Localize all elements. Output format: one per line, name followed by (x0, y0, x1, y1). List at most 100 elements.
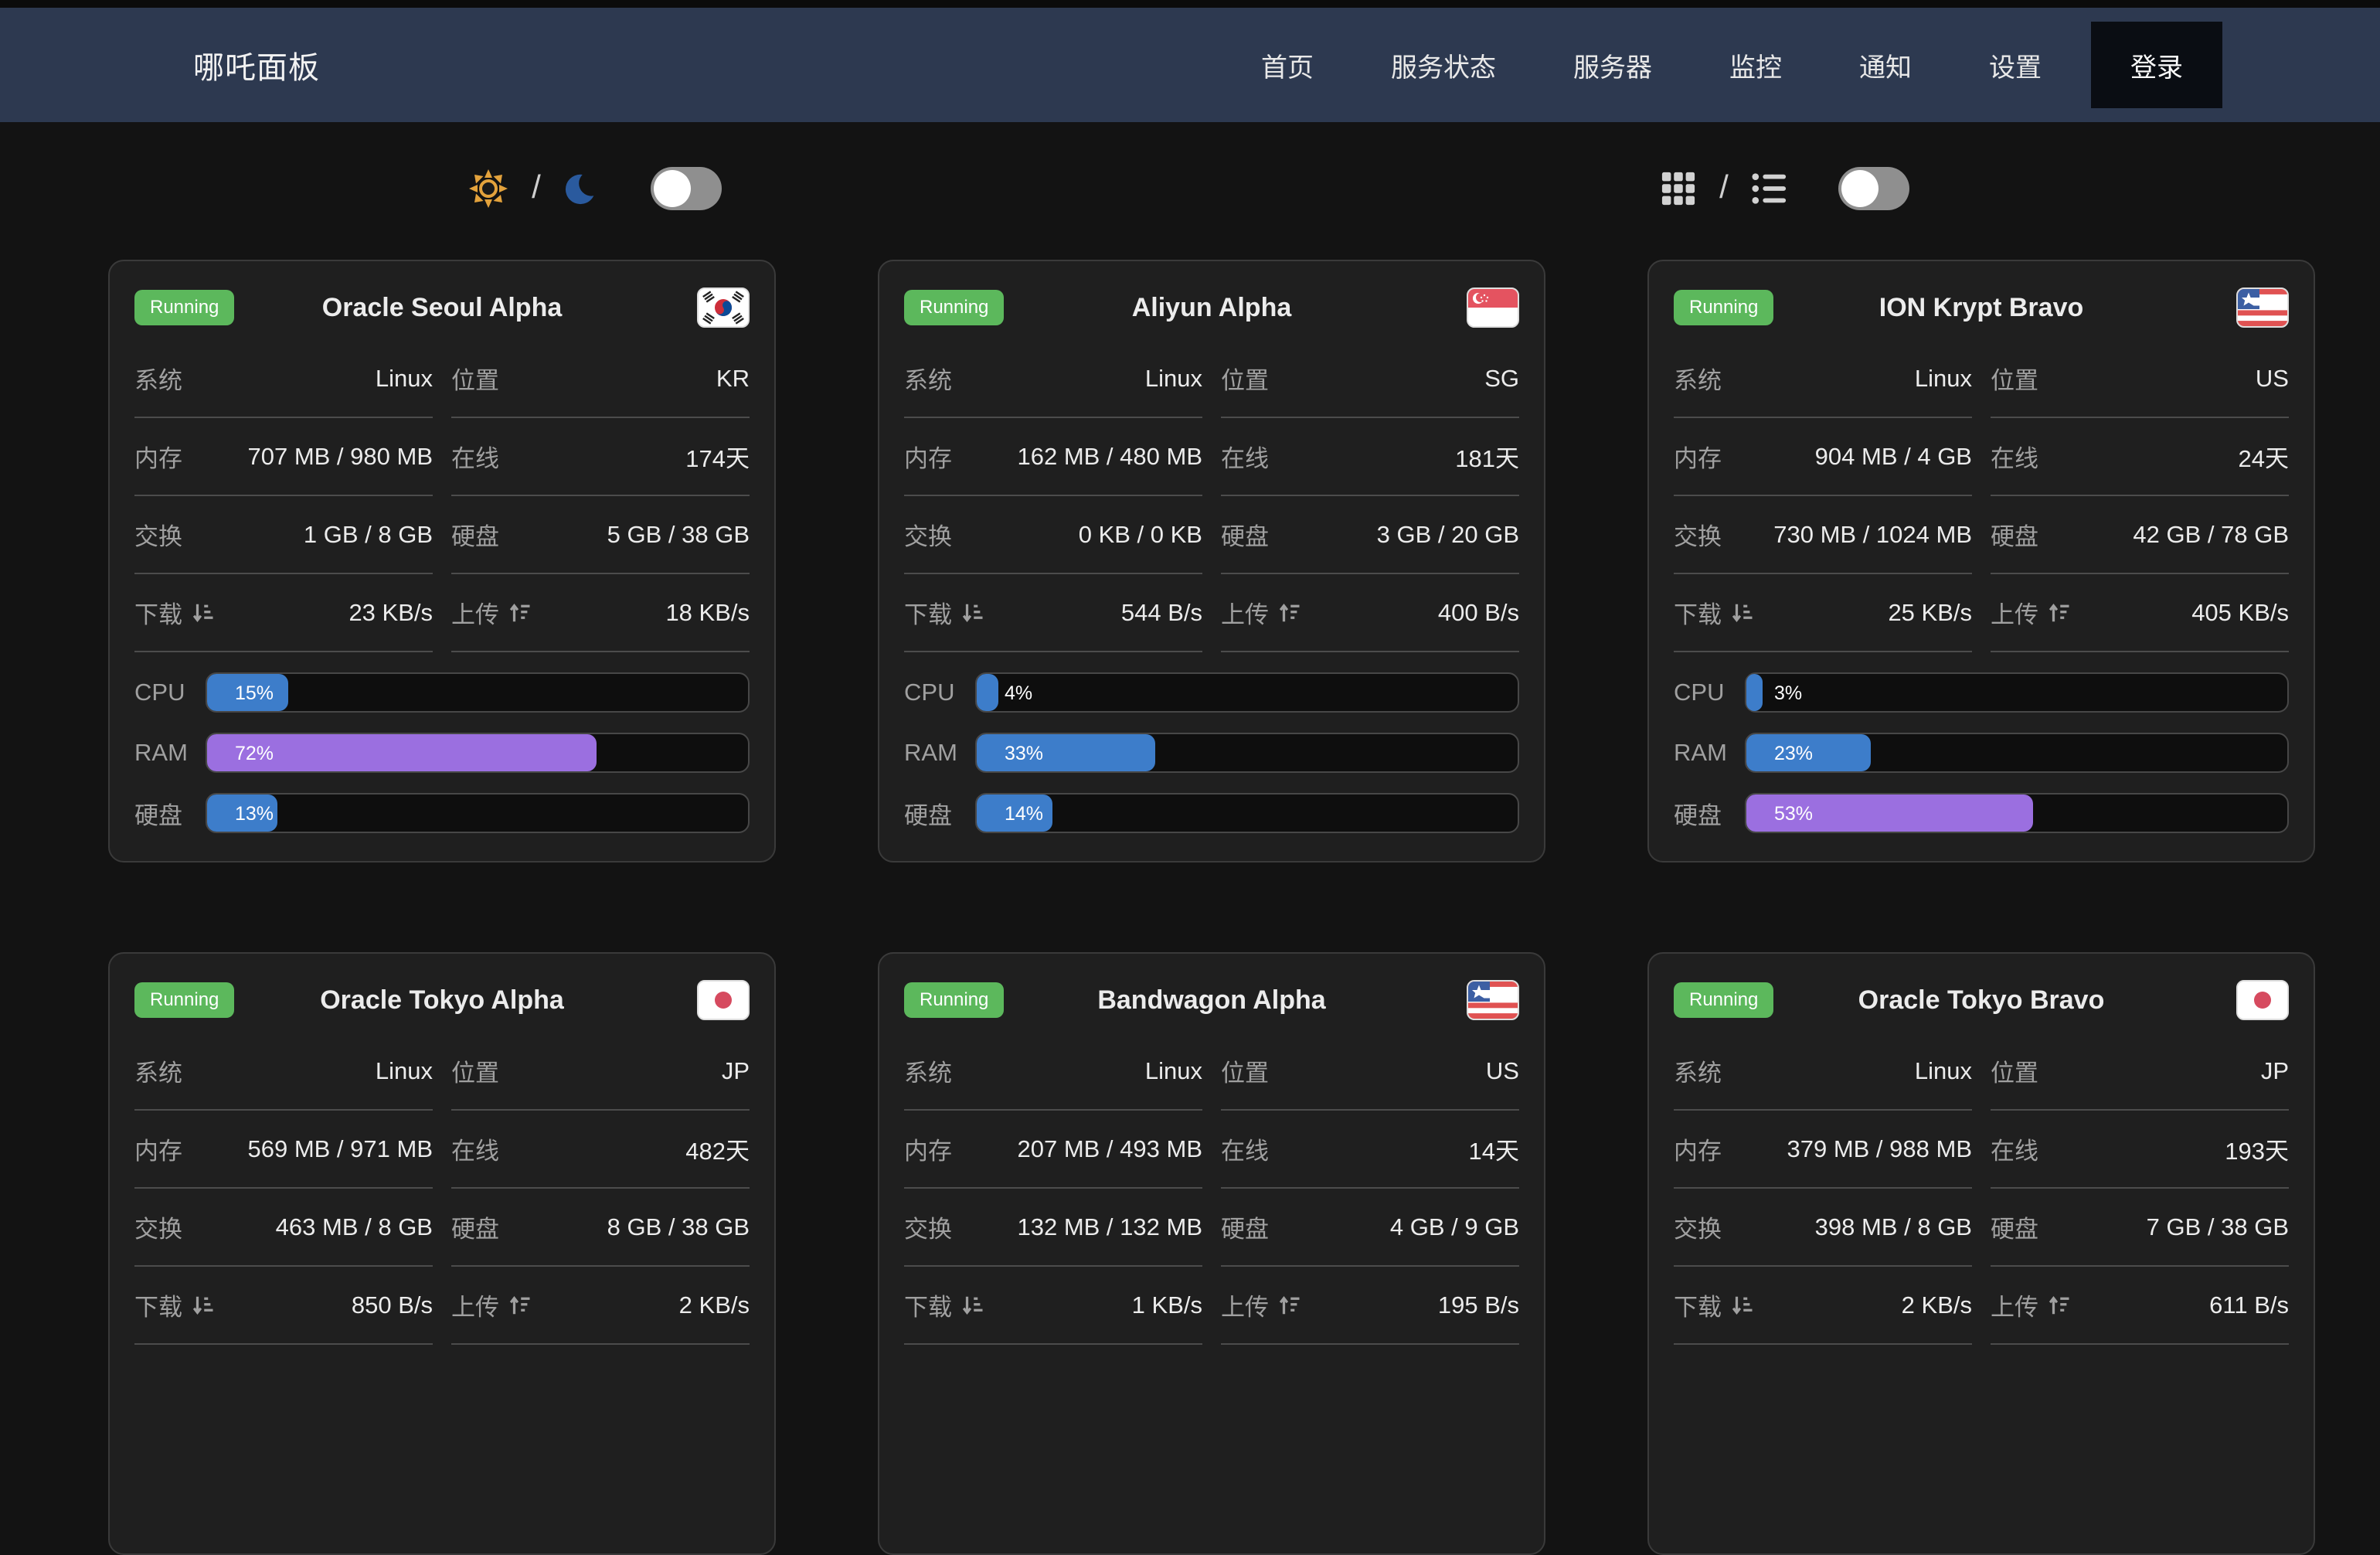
stat-swap: 交换 1 GB / 8 GB (134, 496, 433, 574)
stat-label: 系统 (904, 1053, 952, 1088)
stat-label: 系统 (1674, 361, 1722, 396)
stat-label: 上传 (451, 1288, 532, 1322)
stat-upload: 上传 195 B/s (1221, 1267, 1519, 1345)
bar-label: RAM (1674, 739, 1745, 767)
stat-location: 位置 US (1221, 1033, 1519, 1111)
stat-label: 位置 (1991, 361, 2038, 396)
stats-table: 系统 Linux 位置 US 内存 207 MB / 493 MB 在线 14天… (904, 1033, 1519, 1345)
stat-label: 在线 (451, 439, 499, 474)
stats-table: 系统 Linux 位置 JP 内存 569 MB / 971 MB 在线 482… (134, 1033, 750, 1345)
upload-sort-icon (2048, 601, 2071, 624)
stat-value: 195 B/s (1438, 1291, 1519, 1319)
stat-download: 下载 2 KB/s (1674, 1267, 1972, 1345)
stat-label: 硬盘 (1221, 517, 1269, 552)
usage-bar-row: RAM 72% (134, 733, 750, 773)
login-button[interactable]: 登录 (2091, 22, 2222, 108)
server-card[interactable]: Running Bandwagon Alpha 系统 Linux 位置 US 内… (878, 952, 1545, 1555)
progress-bar: 4% (975, 672, 1519, 713)
upload-label: 上传 (451, 595, 499, 630)
stat-label: 在线 (451, 1131, 499, 1166)
stat-disk: 硬盘 5 GB / 38 GB (451, 496, 750, 574)
progress-bar: 23% (1745, 733, 2289, 773)
theme-switch[interactable] (651, 167, 722, 210)
stat-location: 位置 JP (451, 1033, 750, 1111)
stat-value: 24天 (2239, 439, 2289, 474)
stat-label: 硬盘 (1991, 1210, 2038, 1244)
stat-value: 379 MB / 988 MB (1787, 1135, 1972, 1163)
progress-bar: 33% (975, 733, 1519, 773)
nav-item-5[interactable]: 通知 (1859, 46, 1912, 84)
country-flag-icon (2236, 980, 2289, 1020)
card-header: Running Bandwagon Alpha (904, 980, 1519, 1020)
theme-toggle-group: / (0, 167, 1190, 210)
stat-value: 25 KB/s (1888, 599, 1972, 627)
status-badge: Running (134, 290, 234, 326)
server-name: Oracle Seoul Alpha (322, 293, 563, 323)
stat-label: 硬盘 (451, 517, 499, 552)
switch-knob (1841, 170, 1878, 207)
stat-swap: 交换 463 MB / 8 GB (134, 1189, 433, 1267)
usage-bar-row: RAM 23% (1674, 733, 2289, 773)
stat-label: 位置 (1221, 1053, 1269, 1088)
stat-system: 系统 Linux (1674, 340, 1972, 418)
country-flag-icon (1467, 980, 1519, 1020)
stat-value: 0 KB / 0 KB (1079, 521, 1202, 549)
usage-bar-row: CPU 15% (134, 672, 750, 713)
page: 哪吒面板 首页 服务状态 服务器 监控 通知 设置 登录 / (0, 0, 2380, 1555)
stat-value: 174天 (685, 439, 750, 474)
stats-table: 系统 Linux 位置 US 内存 904 MB / 4 GB 在线 24天 交… (1674, 340, 2289, 652)
server-card[interactable]: Running Aliyun Alpha 系统 Linux 位置 SG 内存 1… (878, 260, 1545, 863)
stat-value: US (2256, 365, 2289, 393)
stat-label: 系统 (904, 361, 952, 396)
download-label: 下载 (134, 1288, 182, 1322)
view-switch[interactable] (1838, 167, 1909, 210)
download-sort-icon (192, 1294, 215, 1317)
server-card[interactable]: Running ION Krypt Bravo 系统 Linux 位置 US 内… (1647, 260, 2315, 863)
upload-label: 上传 (1221, 1288, 1269, 1322)
server-card[interactable]: Running Oracle Tokyo Alpha 系统 Linux 位置 J… (108, 952, 776, 1555)
nav-item-4[interactable]: 监控 (1729, 46, 1782, 84)
card-header: Running Aliyun Alpha (904, 288, 1519, 328)
upload-label: 上传 (1221, 595, 1269, 630)
nav-item-1[interactable]: 首页 (1261, 46, 1314, 84)
stat-value: Linux (1145, 365, 1202, 393)
server-card[interactable]: Running Oracle Seoul Alpha 系统 Linux 位置 K… (108, 260, 776, 863)
stat-label: 在线 (1221, 1131, 1269, 1166)
stat-value: 162 MB / 480 MB (1017, 443, 1202, 471)
stat-label: 系统 (1674, 1053, 1722, 1088)
nav-item-2[interactable]: 服务状态 (1391, 46, 1496, 84)
list-view-icon (1752, 171, 1787, 206)
stat-label: 上传 (1221, 595, 1301, 630)
progress-value: 53% (1774, 795, 1813, 832)
usage-bars: CPU 3% RAM 23% 硬盘 53% (1674, 672, 2289, 833)
stat-label: 位置 (1221, 361, 1269, 396)
stat-memory: 内存 379 MB / 988 MB (1674, 1111, 1972, 1189)
stat-value: 904 MB / 4 GB (1815, 443, 1972, 471)
view-toggle-group: / (1190, 167, 2380, 210)
bar-label: 硬盘 (904, 796, 975, 831)
window-edge (0, 0, 2380, 8)
server-card[interactable]: Running Oracle Tokyo Bravo 系统 Linux 位置 J… (1647, 952, 2315, 1555)
stats-table: 系统 Linux 位置 KR 内存 707 MB / 980 MB 在线 174… (134, 340, 750, 652)
stat-swap: 交换 398 MB / 8 GB (1674, 1189, 1972, 1267)
stat-label: 内存 (1674, 439, 1722, 474)
stat-label: 硬盘 (451, 1210, 499, 1244)
main-nav: 首页 服务状态 服务器 监控 通知 设置 (1261, 46, 2042, 84)
stat-value: 42 GB / 78 GB (2133, 521, 2289, 549)
stat-disk: 硬盘 7 GB / 38 GB (1991, 1189, 2289, 1267)
card-header: Running Oracle Tokyo Alpha (134, 980, 750, 1020)
server-name: Oracle Tokyo Bravo (1858, 985, 2105, 1016)
stat-system: 系统 Linux (1674, 1033, 1972, 1111)
stat-value: Linux (1915, 365, 1972, 393)
stat-label: 上传 (1991, 595, 2071, 630)
stat-value: Linux (376, 1057, 433, 1085)
stat-label: 交换 (1674, 1210, 1722, 1244)
stat-memory: 内存 162 MB / 480 MB (904, 418, 1202, 496)
nav-item-6[interactable]: 设置 (1989, 46, 2042, 84)
stat-swap: 交换 730 MB / 1024 MB (1674, 496, 1972, 574)
nav-item-3[interactable]: 服务器 (1573, 46, 1652, 84)
stat-label: 在线 (1991, 439, 2038, 474)
stat-label: 下载 (134, 595, 215, 630)
app-title[interactable]: 哪吒面板 (193, 43, 320, 87)
stat-value: 4 GB / 9 GB (1390, 1213, 1519, 1241)
